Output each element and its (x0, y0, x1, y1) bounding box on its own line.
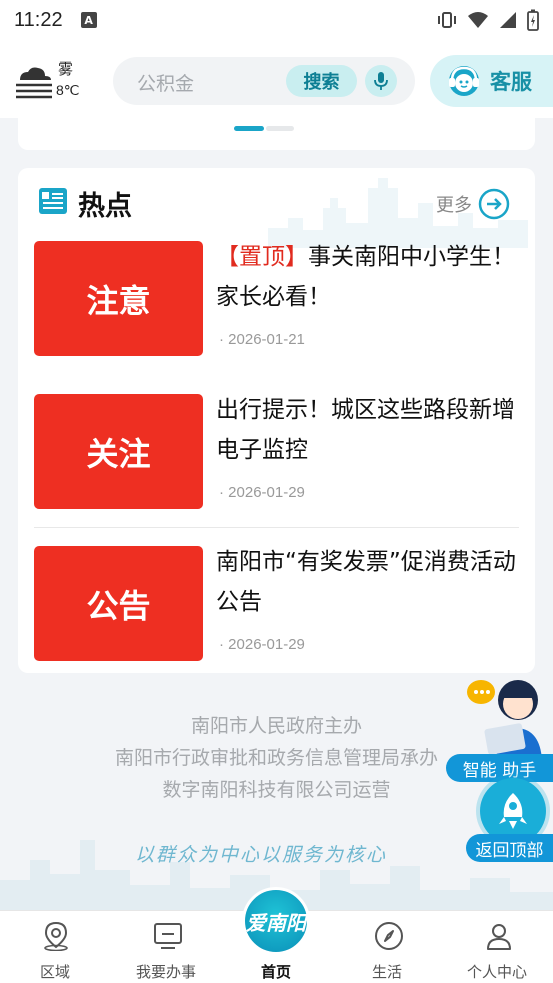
nav-home-label[interactable]: 首页 (226, 961, 326, 982)
carousel-dot-active[interactable] (234, 126, 264, 131)
arrow-right-circle-icon (478, 188, 510, 220)
app-header: 雾 8℃ 公积金 搜索 客服 (0, 40, 553, 118)
customer-service-label: 客服 (490, 70, 532, 94)
customer-service-button[interactable]: 客服 (430, 55, 553, 107)
search-placeholder: 公积金 (137, 73, 195, 95)
news-date: · 2026-01-29 (219, 484, 305, 501)
carousel-dot[interactable] (266, 126, 294, 131)
nav-region[interactable]: 区域 (5, 911, 105, 983)
nav-label: 我要办事 (135, 963, 196, 981)
smart-assistant-button[interactable]: 智能 助手 (446, 670, 553, 782)
home-logo-text: 爱南阳 (246, 910, 306, 935)
slogan: 以群众为中心以服务为核心 (135, 844, 388, 866)
weather-temperature: 8℃ (56, 82, 80, 98)
status-bar: 11:22 A (0, 0, 553, 40)
compass-icon (375, 922, 403, 950)
headset-icon (449, 66, 479, 96)
pinned-tag: 【置顶】 (216, 244, 308, 270)
news-title-text: 南阳市“有奖发票”促消费活动公告 (216, 549, 516, 615)
a-badge-icon: A (80, 12, 97, 28)
nav-profile[interactable]: 个人中心 (447, 911, 547, 983)
divider (34, 527, 519, 528)
home-logo-icon[interactable]: 爱南阳 (242, 887, 310, 955)
news-item[interactable]: 关注 出行提示！城区这些路段新增电子监控 · 2026-01-29 (34, 394, 519, 509)
news-date: · 2026-01-21 (219, 331, 305, 348)
nav-services[interactable]: 我要办事 (116, 911, 216, 983)
bottom-nav: 区域 我要办事 爱南阳 首页 生活 个人中心 (0, 887, 553, 983)
wifi-icon (468, 12, 488, 28)
assistant-avatar-icon (467, 680, 542, 760)
voice-search-button[interactable] (365, 65, 397, 97)
news-item[interactable]: 注意 【置顶】事关南阳中小学生！家长必看！ · 2026-01-21 (34, 241, 519, 356)
news-title: 南阳市“有奖发票”促消费活动公告 (216, 542, 516, 622)
banner-card (18, 108, 535, 150)
back-to-top-label: 返回顶部 (466, 834, 553, 862)
weather-condition: 雾 (58, 60, 74, 78)
nav-label: 个人中心 (466, 963, 527, 981)
hot-news-section: 热点 更多 注意 【置顶】事关南阳中小学生！家长必看！ · 2026-01-21… (18, 168, 535, 673)
fog-icon (16, 67, 52, 99)
weather-widget[interactable]: 雾 8℃ (14, 58, 94, 102)
vibrate-icon (438, 12, 456, 28)
news-thumbnail: 公告 (34, 546, 203, 661)
back-to-top-button[interactable]: 返回顶部 (466, 778, 553, 864)
search-button[interactable]: 搜索 (286, 65, 357, 97)
news-thumbnail: 注意 (34, 241, 203, 356)
news-title: 出行提示！城区这些路段新增电子监控 (216, 390, 516, 470)
news-thumbnail: 关注 (34, 394, 203, 509)
battery-charging-icon (527, 9, 539, 31)
search-input[interactable]: 公积金 搜索 (113, 57, 415, 105)
nav-label: 区域 (39, 963, 70, 981)
user-icon (487, 924, 511, 950)
signal-icon (500, 12, 516, 28)
more-link[interactable]: 更多 (436, 188, 510, 220)
nav-label: 生活 (371, 963, 402, 981)
location-pin-icon (44, 921, 68, 951)
news-title-text: 出行提示！城区这些路段新增电子监控 (216, 397, 515, 463)
section-title: 热点 (78, 191, 132, 222)
status-time: 11:22 (14, 8, 63, 31)
news-title: 【置顶】事关南阳中小学生！家长必看！ (216, 237, 516, 317)
nav-life[interactable]: 生活 (337, 911, 437, 983)
status-icons (437, 9, 539, 31)
rocket-icon (499, 793, 527, 829)
news-icon (39, 188, 67, 214)
news-date: · 2026-01-29 (219, 636, 305, 653)
news-item[interactable]: 公告 南阳市“有奖发票”促消费活动公告 · 2026-01-29 (34, 546, 519, 661)
more-label: 更多 (436, 195, 472, 216)
monitor-icon (154, 923, 182, 949)
microphone-icon (374, 72, 388, 90)
